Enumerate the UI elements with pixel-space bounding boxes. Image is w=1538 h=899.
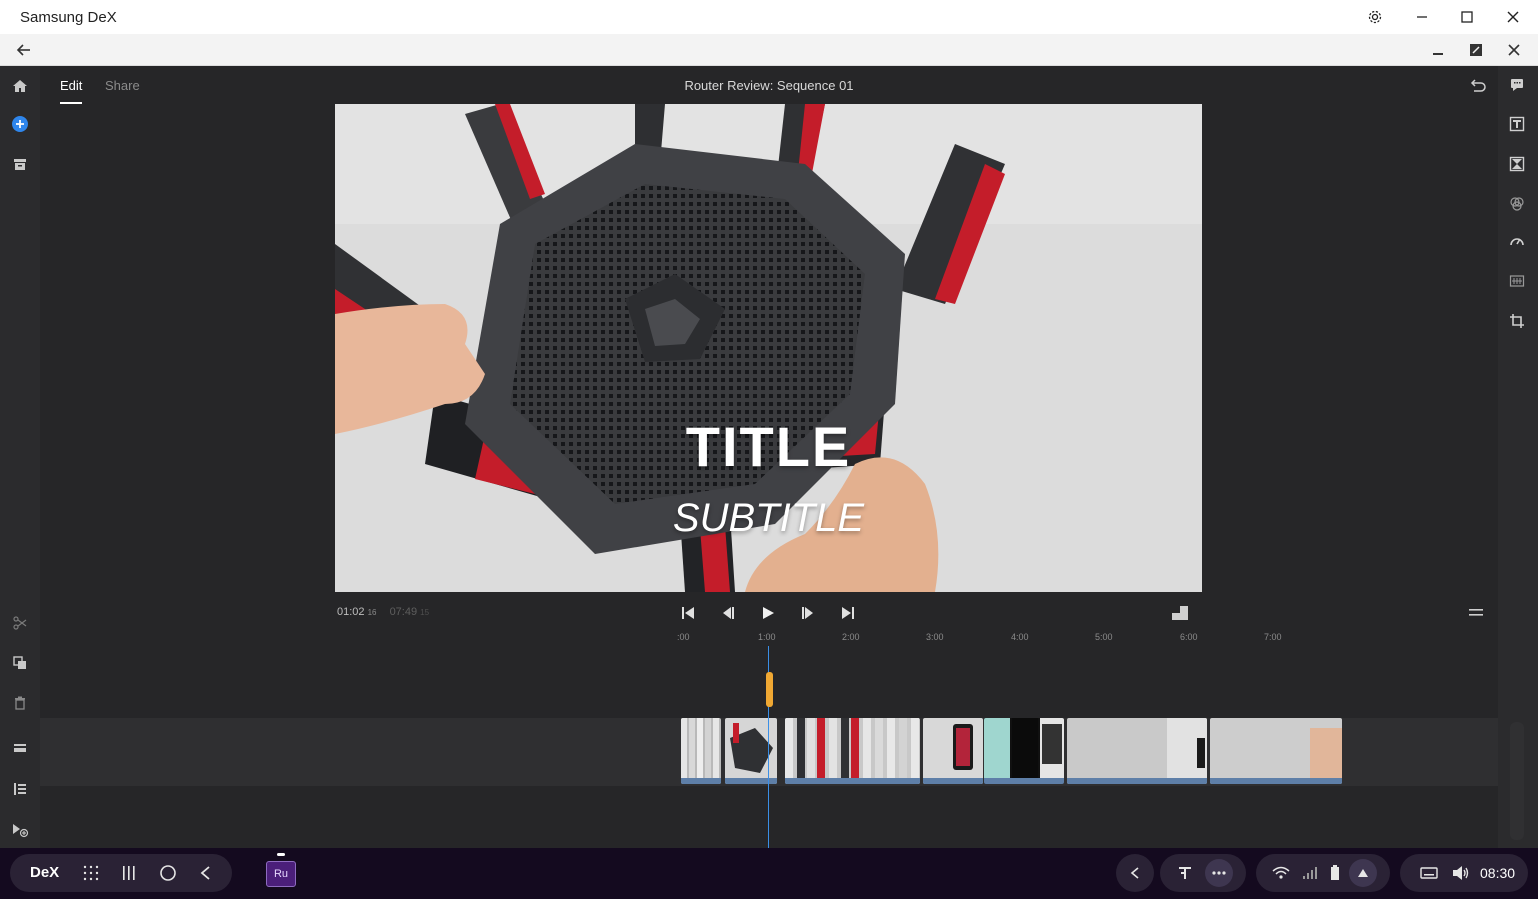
dex-taskbar: DeX Ru 08:30 [0, 848, 1538, 899]
back-arrow-icon[interactable] [14, 40, 34, 60]
back-icon[interactable] [195, 863, 217, 883]
transitions-icon[interactable] [1506, 153, 1528, 175]
nav-pill: DeX [10, 854, 232, 892]
sequence-title: Router Review: Sequence 01 [684, 78, 854, 93]
archive-icon[interactable] [10, 154, 30, 174]
current-time: 01:02 [337, 606, 365, 618]
track-icon[interactable] [10, 738, 30, 758]
ruler-label: :00 [677, 632, 690, 642]
aspect-ratio-icon[interactable] [1169, 602, 1191, 624]
timeline-clip[interactable] [785, 718, 920, 784]
system-pill: 08:30 [1400, 854, 1528, 892]
home-circle-icon[interactable] [157, 863, 179, 883]
wifi-icon[interactable] [1270, 863, 1292, 883]
add-track-icon[interactable] [10, 820, 30, 840]
battery-icon [1326, 863, 1344, 883]
skip-to-start-icon[interactable] [677, 602, 699, 624]
timecode: 01:02 16 07:49 15 [337, 606, 429, 618]
close-icon[interactable] [1503, 7, 1523, 27]
apps-grid-icon[interactable] [80, 863, 102, 883]
timeline-clip[interactable] [923, 718, 983, 784]
total-time: 07:49 [389, 606, 418, 618]
maximize-icon[interactable] [1457, 7, 1477, 27]
timeline-clip[interactable] [984, 718, 1064, 784]
left-toolbar [0, 66, 40, 848]
overlay-subtitle: SUBTITLE [672, 496, 865, 540]
overlay-title: TITLE [685, 415, 852, 478]
video-preview[interactable]: TITLE SUBTITLE [335, 104, 1202, 592]
next-frame-icon[interactable] [797, 602, 819, 624]
editor-area: Edit Share Router Review: Sequence 01 TI… [0, 66, 1538, 848]
delete-icon[interactable] [10, 693, 30, 713]
menu-icon[interactable] [1465, 602, 1487, 624]
ruler-label: 3:00 [926, 632, 944, 642]
ruler-label: 7:00 [1264, 632, 1282, 642]
list-icon[interactable] [10, 779, 30, 799]
previous-frame-icon[interactable] [717, 602, 739, 624]
more-options-icon[interactable] [1205, 859, 1233, 887]
title-text-icon[interactable] [1506, 113, 1528, 135]
current-frames: 16 [367, 608, 377, 617]
ruler-label: 6:00 [1180, 632, 1198, 642]
timeline-clip[interactable] [725, 718, 777, 784]
chevron-left-icon[interactable] [1125, 863, 1145, 883]
signal-icon [1300, 863, 1320, 883]
comment-icon[interactable] [1506, 74, 1528, 96]
crop-icon[interactable] [1506, 310, 1528, 332]
total-frames: 15 [420, 608, 430, 617]
app-toolbar [0, 34, 1538, 66]
rush-app-icon[interactable]: Ru [266, 861, 296, 887]
ruler-label: 4:00 [1011, 632, 1029, 642]
timeline-clip[interactable] [1210, 718, 1342, 784]
screenshot-icon[interactable] [1174, 863, 1196, 883]
resize-icon[interactable] [1466, 40, 1486, 60]
status-pill [1256, 854, 1390, 892]
quick-tools-pill [1160, 854, 1246, 892]
settings-icon[interactable] [1365, 7, 1385, 27]
recents-icon[interactable] [118, 863, 140, 883]
clock: 08:30 [1480, 865, 1516, 881]
window-title: Samsung DeX [20, 9, 117, 26]
app-minimize-icon[interactable] [1428, 40, 1448, 60]
ruler-label: 5:00 [1095, 632, 1113, 642]
expand-up-icon[interactable] [1349, 859, 1377, 887]
minimize-icon[interactable] [1412, 7, 1432, 27]
undo-icon[interactable] [1466, 76, 1488, 96]
ruler-label: 1:00 [758, 632, 776, 642]
collapse-pill[interactable] [1116, 854, 1154, 892]
audio-icon[interactable] [1506, 270, 1528, 292]
app-close-icon[interactable] [1504, 40, 1524, 60]
keyboard-icon[interactable] [1418, 863, 1440, 883]
duplicate-icon[interactable] [10, 653, 30, 673]
scissors-icon[interactable] [10, 613, 30, 633]
timeline-clip[interactable] [681, 718, 721, 784]
playhead-handle[interactable] [766, 672, 773, 707]
volume-icon[interactable] [1450, 863, 1472, 883]
dex-button[interactable]: DeX [30, 864, 59, 881]
add-media-icon[interactable] [10, 114, 30, 134]
window-titlebar: Samsung DeX [0, 0, 1538, 34]
running-indicator [277, 853, 285, 856]
play-icon[interactable] [757, 602, 779, 624]
ruler-label: 2:00 [842, 632, 860, 642]
active-tab-indicator [60, 102, 82, 104]
color-icon[interactable] [1506, 193, 1528, 215]
rush-app-label: Ru [273, 868, 289, 880]
speed-icon[interactable] [1506, 230, 1528, 252]
timeline-clip[interactable] [1067, 718, 1207, 784]
skip-to-end-icon[interactable] [837, 602, 859, 624]
timeline-scrollbar[interactable] [1510, 722, 1524, 840]
